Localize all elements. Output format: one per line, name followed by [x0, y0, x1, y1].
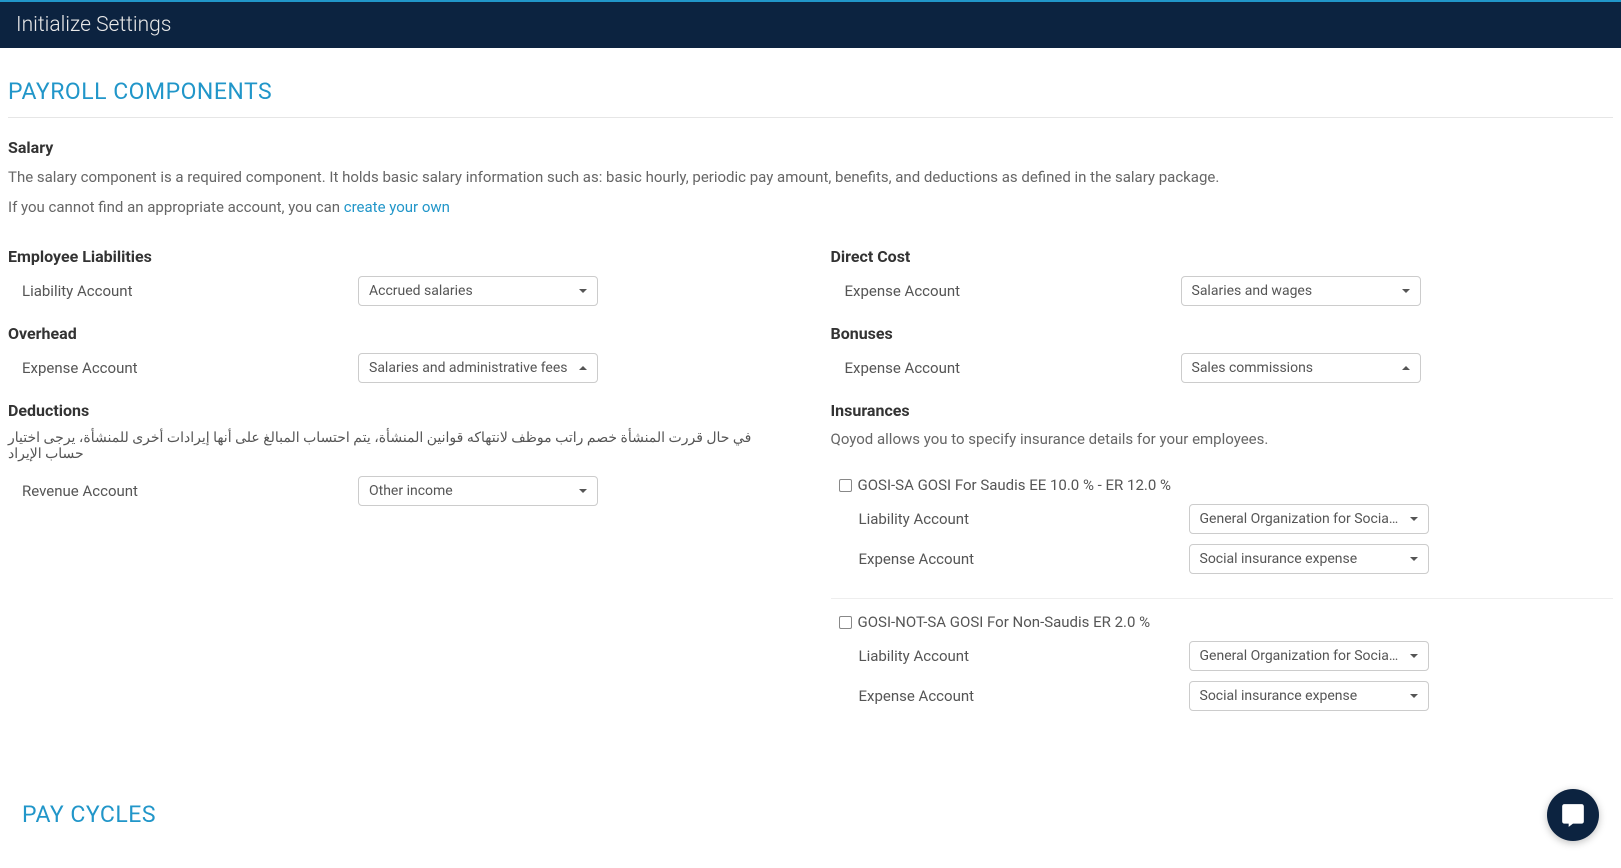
gosi-sa-expense-row: Expense Account Social insurance expense [839, 544, 1614, 574]
bonus-expense-select[interactable]: Sales commissions [1181, 353, 1421, 383]
gosi-sa-liability-value: General Organization for Social insuranc… [1200, 511, 1429, 527]
chevron-down-icon [1410, 694, 1418, 698]
chevron-down-icon [579, 489, 587, 493]
liability-account-select[interactable]: Accrued salaries [358, 276, 598, 306]
overhead-heading: Overhead [8, 324, 791, 343]
salary-heading: Salary [8, 138, 1613, 157]
revenue-account-value: Other income [369, 483, 453, 499]
gosi-sa-label: GOSI-SA GOSI For Saudis EE 10.0 % - ER 1… [858, 476, 1171, 494]
direct-expense-select[interactable]: Salaries and wages [1181, 276, 1421, 306]
page-title: Initialize Settings [16, 13, 171, 37]
left-column: Employee Liabilities Liability Account A… [8, 241, 791, 741]
revenue-account-label: Revenue Account [8, 482, 358, 500]
gosi-not-sa-liability-value: General Organization for Social insuranc… [1200, 648, 1429, 664]
gosi-sa-checkbox[interactable] [839, 479, 852, 492]
gosi-sa-liability-row: Liability Account General Organization f… [839, 504, 1614, 534]
salary-hint: If you cannot find an appropriate accoun… [8, 195, 1613, 219]
employee-liabilities-heading: Employee Liabilities [8, 247, 791, 266]
gosi-not-sa-liability-label: Liability Account [859, 647, 1189, 665]
section-title-payroll: PAYROLL COMPONENTS [8, 78, 1613, 118]
direct-cost-heading: Direct Cost [831, 247, 1614, 266]
bonus-expense-label: Expense Account [831, 359, 1181, 377]
salary-description: The salary component is a required compo… [8, 165, 1613, 189]
overhead-expense-row: Expense Account Salaries and administrat… [8, 353, 791, 383]
gosi-sa-liability-label: Liability Account [859, 510, 1189, 528]
gosi-sa-liability-select[interactable]: General Organization for Social insuranc… [1189, 504, 1429, 534]
chevron-down-icon [579, 289, 587, 293]
gosi-not-sa-checkbox[interactable] [839, 616, 852, 629]
topbar: Initialize Settings [0, 0, 1621, 48]
liability-account-row: Liability Account Accrued salaries [8, 276, 791, 306]
gosi-not-sa-expense-value: Social insurance expense [1200, 688, 1358, 704]
gosi-sa-expense-value: Social insurance expense [1200, 551, 1358, 567]
direct-expense-row: Expense Account Salaries and wages [831, 276, 1614, 306]
chat-widget-button[interactable] [1547, 789, 1599, 841]
deductions-heading: Deductions [8, 401, 791, 420]
gosi-not-sa-expense-row: Expense Account Social insurance expense [839, 681, 1614, 711]
overhead-expense-label: Expense Account [8, 359, 358, 377]
bonuses-heading: Bonuses [831, 324, 1614, 343]
chat-icon [1560, 802, 1586, 828]
revenue-account-row: Revenue Account Other income [8, 476, 791, 506]
create-your-own-link[interactable]: create your own [344, 198, 450, 216]
insurances-description: Qoyod allows you to specify insurance de… [831, 430, 1614, 448]
chevron-down-icon [1402, 289, 1410, 293]
gosi-sa-expense-label: Expense Account [859, 550, 1189, 568]
liability-account-label: Liability Account [8, 282, 358, 300]
right-column: Direct Cost Expense Account Salaries and… [831, 241, 1614, 741]
gosi-not-sa-liability-row: Liability Account General Organization f… [839, 641, 1614, 671]
deductions-arabic-note: في حال قررت المنشأة خصم راتب موظف لانتها… [8, 430, 791, 462]
insurance-block-gosi-not-sa: GOSI-NOT-SA GOSI For Non-Saudis ER 2.0 %… [831, 605, 1614, 735]
bonus-expense-value: Sales commissions [1192, 360, 1314, 376]
chevron-up-icon [1402, 366, 1410, 370]
main-content: PAYROLL COMPONENTS Salary The salary com… [0, 48, 1621, 868]
overhead-expense-value: Salaries and administrative fees [369, 360, 568, 376]
gosi-not-sa-liability-select[interactable]: General Organization for Social insuranc… [1189, 641, 1429, 671]
direct-expense-label: Expense Account [831, 282, 1181, 300]
chevron-down-icon [1410, 654, 1418, 658]
overhead-expense-select[interactable]: Salaries and administrative fees [358, 353, 598, 383]
gosi-sa-expense-select[interactable]: Social insurance expense [1189, 544, 1429, 574]
salary-hint-text: If you cannot find an appropriate accoun… [8, 198, 344, 216]
insurance-block-gosi-sa: GOSI-SA GOSI For Saudis EE 10.0 % - ER 1… [831, 468, 1614, 599]
gosi-not-sa-expense-label: Expense Account [859, 687, 1189, 705]
chevron-down-icon [1410, 517, 1418, 521]
chevron-up-icon [579, 366, 587, 370]
liability-account-value: Accrued salaries [369, 283, 473, 299]
section-title-paycycles: PAY CYCLES [8, 801, 1613, 828]
bonus-expense-row: Expense Account Sales commissions [831, 353, 1614, 383]
revenue-account-select[interactable]: Other income [358, 476, 598, 506]
gosi-not-sa-expense-select[interactable]: Social insurance expense [1189, 681, 1429, 711]
insurances-heading: Insurances [831, 401, 1614, 420]
chevron-down-icon [1410, 557, 1418, 561]
gosi-not-sa-label: GOSI-NOT-SA GOSI For Non-Saudis ER 2.0 % [858, 613, 1151, 631]
direct-expense-value: Salaries and wages [1192, 283, 1313, 299]
